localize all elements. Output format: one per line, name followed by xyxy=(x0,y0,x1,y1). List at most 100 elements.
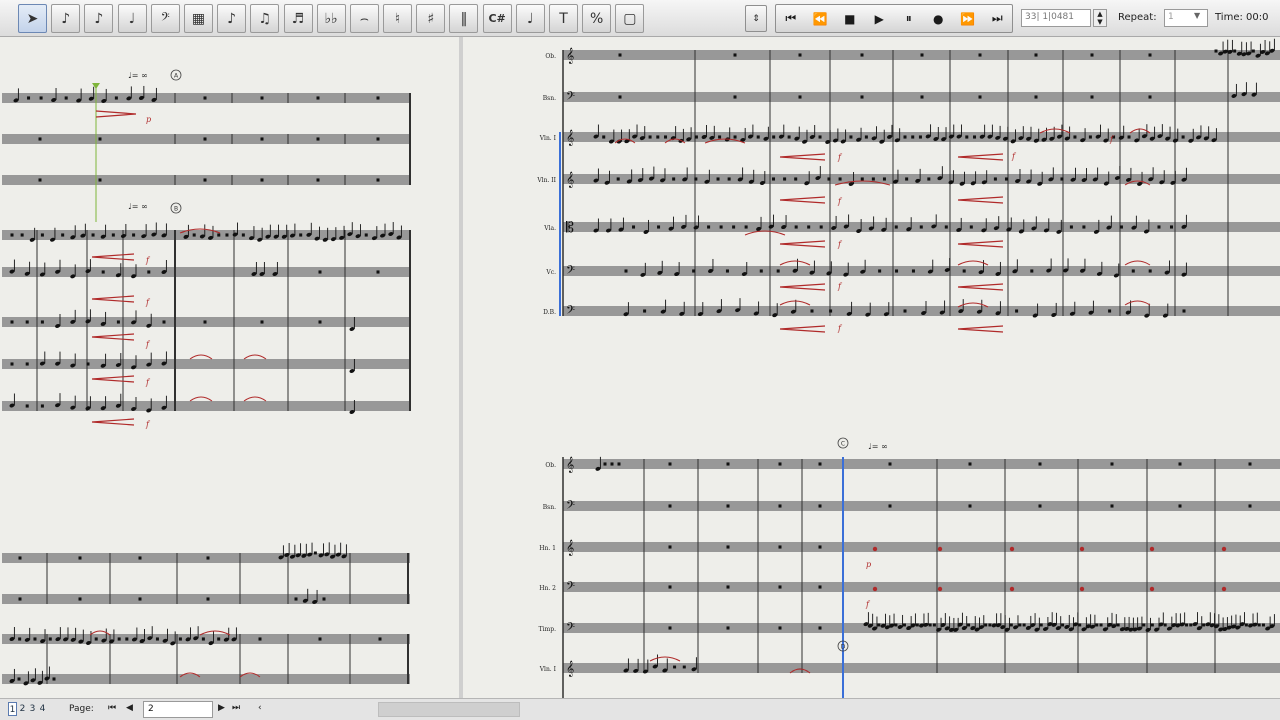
note-entry-icon[interactable]: ♪ xyxy=(51,4,81,33)
page-icon[interactable]: ▢ xyxy=(615,4,645,33)
rest[interactable] xyxy=(1082,225,1086,229)
rest[interactable] xyxy=(1157,225,1161,229)
note-head[interactable] xyxy=(1009,546,1015,552)
position-input[interactable]: 33| 1|0481 xyxy=(1021,9,1091,27)
rest[interactable] xyxy=(114,96,118,100)
rest[interactable] xyxy=(17,677,21,681)
rest[interactable] xyxy=(64,96,68,100)
hairpin[interactable] xyxy=(779,240,826,248)
slur[interactable] xyxy=(243,396,267,402)
clef[interactable]: 𝄞 xyxy=(566,172,574,188)
stop-icon[interactable]: ■ xyxy=(835,5,865,32)
rest[interactable] xyxy=(1248,462,1252,466)
rest[interactable] xyxy=(203,320,207,324)
rest[interactable] xyxy=(1099,623,1103,627)
rest[interactable] xyxy=(1060,177,1064,181)
rest[interactable] xyxy=(260,96,264,100)
rest[interactable] xyxy=(1131,269,1135,273)
rest[interactable] xyxy=(973,135,977,139)
rest[interactable] xyxy=(759,269,763,273)
rest[interactable] xyxy=(52,677,56,681)
rest[interactable] xyxy=(1004,177,1008,181)
rest[interactable] xyxy=(818,504,822,508)
hairpin[interactable] xyxy=(779,325,826,333)
rest[interactable] xyxy=(716,177,720,181)
rest[interactable] xyxy=(206,556,210,560)
fast-forward-icon[interactable]: ⏩ xyxy=(953,5,983,32)
rest[interactable] xyxy=(1015,309,1019,313)
clef[interactable]: 𝄞 xyxy=(566,457,574,473)
rest[interactable] xyxy=(260,137,264,141)
rest[interactable] xyxy=(726,462,730,466)
rest[interactable] xyxy=(733,53,737,57)
rest[interactable] xyxy=(98,137,102,141)
rest[interactable] xyxy=(1119,225,1123,229)
rest[interactable] xyxy=(988,623,992,627)
note-head[interactable] xyxy=(1221,546,1227,552)
dynamic-marking[interactable]: p xyxy=(146,115,151,124)
rest[interactable] xyxy=(1142,623,1146,627)
rest[interactable] xyxy=(203,178,207,182)
page-tab-4[interactable]: 4 xyxy=(38,702,47,716)
rest[interactable] xyxy=(888,462,892,466)
rest[interactable] xyxy=(155,637,159,641)
articulation-icon[interactable]: ♮ xyxy=(383,4,413,33)
rest[interactable] xyxy=(1251,49,1255,53)
rest[interactable] xyxy=(39,96,43,100)
hairpin[interactable] xyxy=(91,375,135,383)
hairpin[interactable] xyxy=(91,418,135,426)
clef[interactable]: 𝄢 xyxy=(566,621,575,637)
rest[interactable] xyxy=(733,135,737,139)
record-icon[interactable]: ● xyxy=(924,5,954,32)
rest[interactable] xyxy=(1148,269,1152,273)
hairpin[interactable] xyxy=(957,196,1004,204)
rest[interactable] xyxy=(1034,53,1038,57)
key-signature-icon[interactable]: ▦ xyxy=(183,4,213,33)
rest[interactable] xyxy=(378,637,382,641)
rest[interactable] xyxy=(756,135,760,139)
rest[interactable] xyxy=(672,177,676,181)
rest[interactable] xyxy=(10,233,14,237)
rest[interactable] xyxy=(27,96,31,100)
rest[interactable] xyxy=(668,504,672,508)
clef[interactable]: 𝄞 xyxy=(566,540,574,556)
hairpin[interactable] xyxy=(95,110,137,118)
rest[interactable] xyxy=(138,556,142,560)
rest[interactable] xyxy=(819,225,823,229)
dynamic-marking[interactable]: f xyxy=(865,600,871,609)
rest[interactable] xyxy=(1233,49,1237,53)
rest[interactable] xyxy=(692,269,696,273)
rest[interactable] xyxy=(776,269,780,273)
rest[interactable] xyxy=(1009,623,1013,627)
rest[interactable] xyxy=(132,233,136,237)
rest[interactable] xyxy=(1169,225,1173,229)
rest[interactable] xyxy=(318,637,322,641)
rest[interactable] xyxy=(18,556,22,560)
rest[interactable] xyxy=(91,233,95,237)
clef[interactable]: 𝄞 xyxy=(566,48,574,64)
rest[interactable] xyxy=(657,225,661,229)
clef[interactable]: 𝄢 xyxy=(566,264,575,280)
rest[interactable] xyxy=(967,623,971,627)
rest[interactable] xyxy=(965,135,969,139)
dynamic-marking[interactable]: f xyxy=(1011,152,1017,161)
rest[interactable] xyxy=(1116,623,1120,627)
hairpin[interactable] xyxy=(957,153,1004,161)
note-head[interactable] xyxy=(872,586,878,592)
rest[interactable] xyxy=(794,177,798,181)
rest[interactable] xyxy=(178,637,182,641)
rest[interactable] xyxy=(125,637,129,641)
note-head[interactable] xyxy=(1009,586,1015,592)
rest[interactable] xyxy=(632,225,636,229)
rest[interactable] xyxy=(810,309,814,313)
rest[interactable] xyxy=(603,462,607,466)
rest[interactable] xyxy=(616,177,620,181)
rest[interactable] xyxy=(1181,135,1185,139)
rest[interactable] xyxy=(903,135,907,139)
rest[interactable] xyxy=(38,137,42,141)
rest[interactable] xyxy=(1150,623,1154,627)
rest[interactable] xyxy=(920,95,924,99)
rest[interactable] xyxy=(10,362,14,366)
note-head[interactable] xyxy=(1079,586,1085,592)
dynamic-marking[interactable]: p xyxy=(866,560,871,569)
